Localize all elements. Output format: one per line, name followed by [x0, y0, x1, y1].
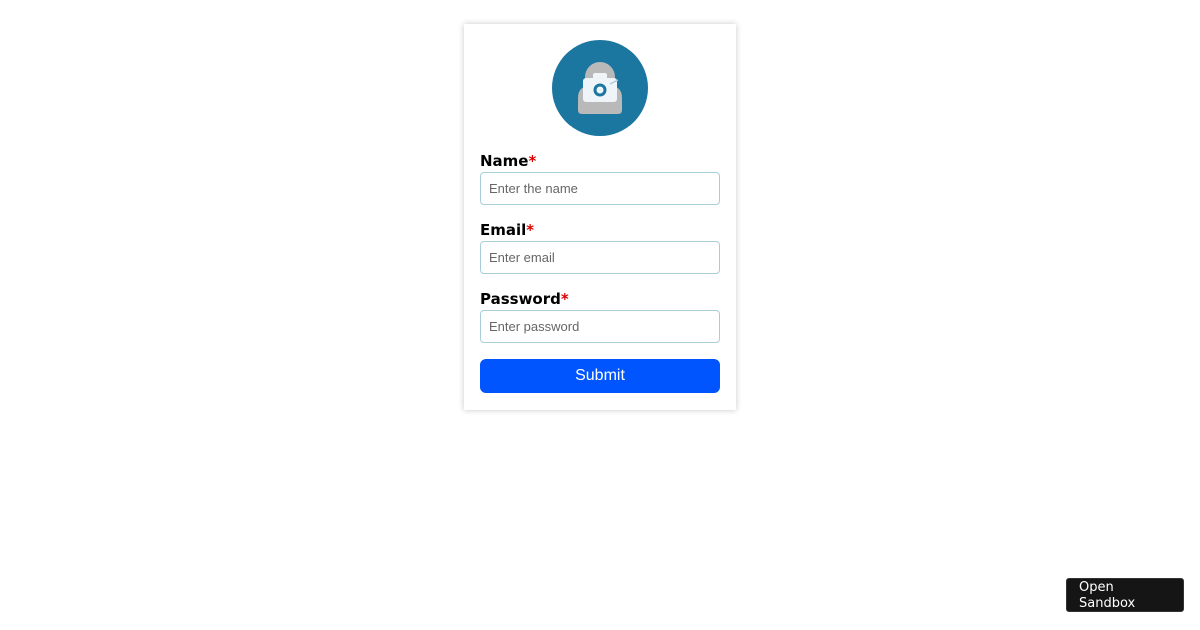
password-input[interactable] — [480, 310, 720, 343]
email-label: Email* — [480, 221, 535, 239]
signup-form-card: Name* Email* Password* Submit — [464, 24, 736, 410]
required-asterisk: * — [560, 290, 569, 308]
password-field-group: Password* — [480, 290, 720, 343]
name-input[interactable] — [480, 172, 720, 205]
email-input[interactable] — [480, 241, 720, 274]
page: Name* Email* Password* Submit Open Sandb… — [0, 0, 1200, 630]
upload-photo-icon — [578, 62, 622, 114]
email-field-group: Email* — [480, 221, 720, 274]
name-field-group: Name* — [480, 152, 720, 205]
avatar-wrapper — [480, 40, 720, 136]
required-asterisk: * — [526, 221, 535, 239]
required-asterisk: * — [528, 152, 537, 170]
submit-button[interactable]: Submit — [480, 359, 720, 393]
name-label: Name* — [480, 152, 537, 170]
password-label: Password* — [480, 290, 569, 308]
open-sandbox-button[interactable]: Open Sandbox — [1066, 578, 1184, 612]
avatar-upload[interactable] — [552, 40, 648, 136]
